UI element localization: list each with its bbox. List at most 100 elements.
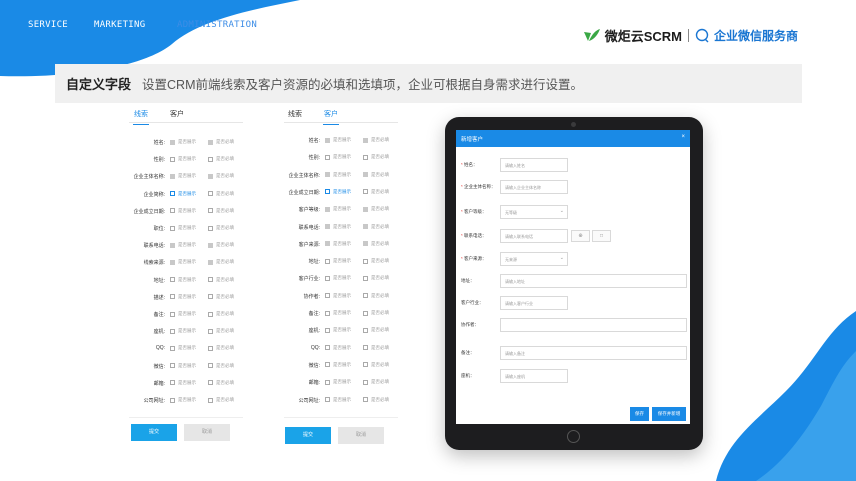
required-checkbox[interactable]: 是否必填: [363, 258, 389, 264]
required-checkbox[interactable]: 是否必填: [208, 294, 234, 300]
show-checkbox[interactable]: 是否展示: [325, 258, 351, 264]
checkbox-box: [170, 397, 175, 403]
field-label: 线索来源:: [143, 260, 165, 267]
required-checkbox[interactable]: 是否必填: [208, 380, 234, 386]
required-checkbox[interactable]: 是否必填: [363, 310, 389, 316]
required-checkbox[interactable]: 是否必填: [208, 311, 234, 317]
show-checkbox[interactable]: 是否展示: [325, 310, 351, 316]
show-checkbox[interactable]: 是否展示: [325, 327, 351, 333]
nav-marketing[interactable]: MARKETING: [94, 20, 145, 30]
tab-lead[interactable]: 线索: [288, 109, 302, 119]
required-checkbox[interactable]: 是否必填: [208, 397, 234, 403]
text-input[interactable]: 请输入姓名: [500, 158, 568, 172]
customer-cancel-button[interactable]: 取消: [338, 427, 384, 444]
text-input[interactable]: [500, 318, 687, 332]
add-phone-icon[interactable]: ⊕: [571, 230, 590, 242]
required-checkbox[interactable]: 是否必填: [363, 397, 389, 403]
show-checkbox[interactable]: 是否展示: [325, 293, 351, 299]
show-checkbox: 是否展示: [170, 259, 196, 265]
show-checkbox[interactable]: 是否展示: [170, 380, 196, 386]
checkbox-label: 是否展示: [178, 139, 196, 144]
checkbox-label: 是否必填: [371, 223, 389, 229]
select-field[interactable]: 无来源: [500, 252, 568, 266]
required-checkbox[interactable]: 是否必填: [208, 156, 234, 162]
show-checkbox[interactable]: 是否展示: [170, 208, 196, 214]
show-checkbox[interactable]: 是否展示: [170, 225, 196, 231]
nav-administration[interactable]: ADMINISTRATION: [177, 20, 257, 30]
home-button-icon[interactable]: [567, 430, 580, 443]
checkbox-label: 是否必填: [371, 310, 389, 315]
required-checkbox[interactable]: 是否必填: [208, 191, 234, 197]
lead-cancel-button[interactable]: 取消: [184, 424, 230, 441]
checkbox-label: 是否展示: [333, 344, 351, 350]
required-checkbox[interactable]: 是否必填: [363, 345, 389, 351]
checkbox-box: [208, 311, 213, 317]
field-row: 企业成立日期: 是否展示 是否必填: [284, 189, 398, 199]
required-checkbox[interactable]: 是否必填: [208, 345, 234, 351]
checkbox-box: [363, 310, 368, 316]
text-input[interactable]: 请输入地址: [500, 274, 687, 288]
field-label: 描述:: [153, 294, 165, 301]
show-checkbox[interactable]: 是否展示: [325, 275, 351, 281]
checkbox-box: [363, 154, 368, 160]
required-checkbox[interactable]: 是否必填: [363, 379, 389, 385]
tab-lead[interactable]: 线索: [133, 109, 149, 125]
form-label-text: 姓名：: [464, 162, 478, 167]
show-checkbox[interactable]: 是否展示: [325, 379, 351, 385]
required-checkbox[interactable]: 是否必填: [208, 328, 234, 334]
tab-customer[interactable]: 客户: [170, 109, 184, 119]
show-checkbox[interactable]: 是否展示: [325, 189, 351, 195]
tab-customer[interactable]: 客户: [323, 109, 339, 125]
show-checkbox[interactable]: 是否展示: [170, 328, 196, 334]
save-and-new-button[interactable]: 保存并新增: [652, 407, 686, 421]
show-checkbox[interactable]: 是否展示: [170, 311, 196, 317]
save-button[interactable]: 保存: [630, 407, 649, 421]
field-label: 备注:: [308, 311, 320, 317]
show-checkbox[interactable]: 是否展示: [170, 345, 196, 351]
show-checkbox[interactable]: 是否展示: [170, 277, 196, 283]
required-checkbox[interactable]: 是否必填: [363, 362, 389, 368]
show-checkbox[interactable]: 是否展示: [170, 397, 196, 403]
required-checkbox[interactable]: 是否必填: [208, 363, 234, 369]
text-input[interactable]: 请输入备注: [500, 346, 687, 360]
required-checkbox[interactable]: 是否必填: [208, 225, 234, 231]
section-description: 设置CRM前端线索及客户资源的必填和选填项，企业可根据自身需求进行设置。: [142, 78, 583, 92]
text-input[interactable]: 请输入客户行业: [500, 296, 568, 310]
form-row: * 联系电话： 请输入联系电话 ⊕ □: [456, 229, 690, 243]
checkbox-box: [170, 242, 175, 248]
field-row: 联系电话: 是否展示 是否必填: [129, 242, 243, 252]
required-checkbox[interactable]: 是否必填: [363, 189, 389, 195]
text-input[interactable]: 请输入座机: [500, 369, 568, 383]
select-field[interactable]: 无等级: [500, 205, 568, 219]
show-checkbox[interactable]: 是否展示: [170, 191, 196, 197]
edit-phone-icon[interactable]: □: [592, 230, 611, 242]
checkbox-label: 是否展示: [178, 293, 196, 299]
modal-header: 新增客户 ×: [456, 130, 690, 147]
required-checkbox[interactable]: 是否必填: [363, 275, 389, 281]
text-input[interactable]: 请输入联系电话: [500, 229, 568, 243]
required-checkbox[interactable]: 是否必填: [363, 154, 389, 160]
required-checkbox[interactable]: 是否必填: [208, 208, 234, 214]
show-checkbox[interactable]: 是否展示: [325, 397, 351, 403]
checkbox-box: [325, 275, 330, 281]
show-checkbox: 是否展示: [325, 172, 351, 178]
lead-submit-button[interactable]: 提交: [131, 424, 177, 441]
show-checkbox[interactable]: 是否展示: [325, 362, 351, 368]
field-row: 企业成立日期: 是否展示 是否必填: [129, 208, 243, 218]
show-checkbox[interactable]: 是否展示: [170, 363, 196, 369]
close-icon[interactable]: ×: [681, 134, 685, 140]
field-row: 公司网址: 是否展示 是否必填: [284, 397, 398, 407]
show-checkbox[interactable]: 是否展示: [170, 156, 196, 162]
show-checkbox[interactable]: 是否展示: [325, 154, 351, 160]
customer-submit-button[interactable]: 提交: [285, 427, 331, 444]
show-checkbox[interactable]: 是否展示: [325, 345, 351, 351]
form-label: 座机：: [461, 373, 475, 379]
required-checkbox[interactable]: 是否必填: [363, 327, 389, 333]
required-checkbox[interactable]: 是否必填: [208, 277, 234, 283]
checkbox-label: 是否展示: [178, 190, 196, 196]
nav-service[interactable]: SERVICE: [28, 20, 68, 30]
show-checkbox[interactable]: 是否展示: [170, 294, 196, 300]
text-input[interactable]: 请输入企业主体名称: [500, 180, 568, 194]
checkbox-label: 是否必填: [216, 276, 234, 282]
required-checkbox[interactable]: 是否必填: [363, 293, 389, 299]
